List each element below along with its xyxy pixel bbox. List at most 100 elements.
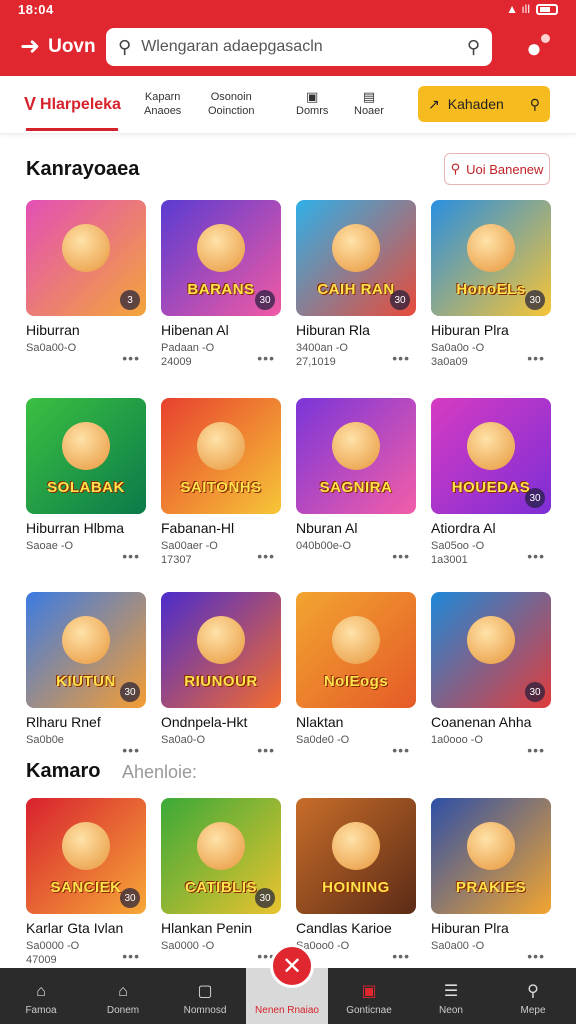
game-card[interactable]: 3 Hiburran Sa0a00-O ••• xyxy=(26,200,146,366)
game-card[interactable]: KIUTUN 30 Rlharu Rnef Sa0b0e ••• xyxy=(26,592,146,758)
game-title: Hiburran xyxy=(26,322,80,338)
tab-main[interactable]: V Hlarpeleka xyxy=(24,94,121,115)
game-thumbnail[interactable]: 30 xyxy=(431,592,551,708)
character-illustration xyxy=(332,224,380,272)
more-options-icon[interactable]: ••• xyxy=(257,742,275,758)
back-button[interactable]: ➜ Uovn xyxy=(20,32,96,62)
tab-label: Osonoin xyxy=(210,91,252,103)
character-illustration xyxy=(197,616,245,664)
category-tabs: V Hlarpeleka Kaparn Anaoes Osonoin Ooinc… xyxy=(0,76,576,134)
more-options-icon[interactable]: ••• xyxy=(392,350,410,366)
game-thumbnail[interactable]: HonoELs 30 xyxy=(431,200,551,316)
section-title: Kanrayoaea xyxy=(26,158,140,180)
game-thumbnail[interactable]: HOUEDAS 30 xyxy=(431,398,551,514)
tab-item[interactable]: Kaparn Anaoes xyxy=(144,90,181,118)
close-fab-button[interactable]: ✕ xyxy=(270,944,314,988)
game-card[interactable]: HonoELs 30 Hiburan Plra Sa0a0o -O 3a0a09 ••• xyxy=(431,200,551,369)
game-title: Hlankan Penin xyxy=(161,920,253,936)
promo-button[interactable]: ↗ Kahaden ⚲ xyxy=(418,86,550,122)
game-card[interactable]: CATIBLIS 30 Hlankan Penin Sa0000 -O ••• xyxy=(161,798,281,964)
promo-label: Kahaden xyxy=(447,96,504,112)
nav-item[interactable]: ▢ Nomnosd xyxy=(164,968,246,1024)
notification-button[interactable]: ● xyxy=(516,30,552,66)
search-icon: ⚲ xyxy=(529,95,540,112)
game-title: Karlar Gta Ivlan xyxy=(26,920,124,936)
tab-item[interactable]: ▣ Domrs xyxy=(296,90,328,118)
game-logo-text: RIUNOUR xyxy=(184,673,258,690)
count-badge: 30 xyxy=(525,682,545,702)
game-thumbnail[interactable]: HOINING xyxy=(296,798,416,914)
nav-item[interactable]: ⚲ Mepe xyxy=(492,968,574,1024)
more-options-icon[interactable]: ••• xyxy=(257,548,275,564)
game-thumbnail[interactable]: SANCIEK 30 xyxy=(26,798,146,914)
status-icons: ▲ ıll xyxy=(506,2,558,16)
more-options-icon[interactable]: ••• xyxy=(122,548,140,564)
back-arrow-icon: ➜ xyxy=(20,33,41,60)
game-title: Atiordra Al xyxy=(431,520,496,536)
search-submit-icon[interactable]: ⚲ xyxy=(467,37,480,58)
game-title: Ondnpela-Hkt xyxy=(161,714,248,730)
nav-label: Nenen Rnaiao xyxy=(255,1005,319,1016)
game-card[interactable]: CAIH RAN 30 Hiburan Rla 3400an -O 27,1019 ••• xyxy=(296,200,416,369)
screen-icon: ▤ xyxy=(362,89,376,104)
tab-item[interactable]: ▤ Noaer xyxy=(354,90,384,118)
count-badge: 30 xyxy=(120,682,140,702)
search-bar[interactable]: ⚲ Wlengaran adaepgasacln ⚲ xyxy=(106,28,492,66)
character-illustration xyxy=(332,422,380,470)
tab-label: Noaer xyxy=(354,105,384,117)
character-illustration xyxy=(467,616,515,664)
count-badge: 30 xyxy=(390,290,410,310)
nav-item[interactable]: ⌂ Donem xyxy=(82,968,164,1024)
nav-item[interactable]: ▣ Gonticnae xyxy=(328,968,410,1024)
game-thumbnail[interactable]: PRAKIES xyxy=(431,798,551,914)
game-thumbnail[interactable]: SAGNIRA xyxy=(296,398,416,514)
character-illustration xyxy=(197,224,245,272)
game-thumbnail[interactable]: CATIBLIS 30 xyxy=(161,798,281,914)
game-thumbnail[interactable]: 3 xyxy=(26,200,146,316)
game-card[interactable]: PRAKIES Hiburan Plra Sa0a00 -O ••• xyxy=(431,798,551,964)
game-thumbnail[interactable]: SAITONHS xyxy=(161,398,281,514)
game-card[interactable]: SAITONHS Fabanan-Hl Sa00aer -O 17307 ••• xyxy=(161,398,281,567)
more-options-icon[interactable]: ••• xyxy=(122,948,140,964)
close-icon: ✕ xyxy=(281,952,303,980)
more-options-icon[interactable]: ••• xyxy=(122,742,140,758)
game-thumbnail[interactable]: CAIH RAN 30 xyxy=(296,200,416,316)
game-thumbnail[interactable]: NoIEogs xyxy=(296,592,416,708)
game-thumbnail[interactable]: RIUNOUR xyxy=(161,592,281,708)
signal-icon: ▲ ıll xyxy=(506,2,530,16)
game-card[interactable]: RIUNOUR Ondnpela-Hkt Sa0a0-O ••• xyxy=(161,592,281,758)
game-card[interactable]: SOLABAK Hiburran Hlbma Saoae -O ••• xyxy=(26,398,146,564)
more-options-icon[interactable]: ••• xyxy=(527,742,545,758)
game-logo-text: HOINING xyxy=(322,879,390,896)
search-input[interactable]: Wlengaran adaepgasacln xyxy=(141,38,457,56)
game-card[interactable]: HOUEDAS 30 Atiordra Al Sa05oo -O 1a3001 ••• xyxy=(431,398,551,567)
game-logo-text: SAITONHS xyxy=(180,479,262,496)
more-options-icon[interactable]: ••• xyxy=(392,948,410,964)
character-illustration xyxy=(467,822,515,870)
character-illustration xyxy=(332,822,380,870)
filter-button[interactable]: ⚲ Uoi Banenew xyxy=(444,153,550,185)
game-card[interactable]: BARANS 30 Hibenan Al Padaan -O 24009 ••• xyxy=(161,200,281,369)
more-options-icon[interactable]: ••• xyxy=(527,350,545,366)
game-thumbnail[interactable]: KIUTUN 30 xyxy=(26,592,146,708)
game-card[interactable]: SAGNIRA Nburan Al 040b00e-O ••• xyxy=(296,398,416,564)
game-card[interactable]: 30 Coanenan Ahha 1a0ooo -O ••• xyxy=(431,592,551,758)
chevron-icon: V xyxy=(24,94,37,114)
nav-item[interactable]: ☰ Neon xyxy=(410,968,492,1024)
more-options-icon[interactable]: ••• xyxy=(392,548,410,564)
nav-item[interactable]: ⌂ Famoa xyxy=(0,968,82,1024)
more-options-icon[interactable]: ••• xyxy=(257,350,275,366)
more-options-icon[interactable]: ••• xyxy=(122,350,140,366)
more-options-icon[interactable]: ••• xyxy=(527,948,545,964)
app-header: 18:04 ▲ ıll ➜ Uovn ⚲ Wlengaran adaepgasa… xyxy=(0,0,576,76)
game-card[interactable]: NoIEogs Nlaktan Sa0de0 -O ••• xyxy=(296,592,416,758)
filter-label: Uoi Banenew xyxy=(466,161,544,177)
game-thumbnail[interactable]: SOLABAK xyxy=(26,398,146,514)
game-thumbnail[interactable]: BARANS 30 xyxy=(161,200,281,316)
character-illustration xyxy=(62,616,110,664)
tab-item[interactable]: Osonoin Ooinction xyxy=(208,90,254,118)
more-options-icon[interactable]: ••• xyxy=(527,548,545,564)
game-card[interactable]: HOINING Candlas Karioe Sa0oo0 -O ••• xyxy=(296,798,416,964)
game-card[interactable]: SANCIEK 30 Karlar Gta Ivlan Sa0000 -O 47009 •… xyxy=(26,798,146,967)
more-options-icon[interactable]: ••• xyxy=(392,742,410,758)
